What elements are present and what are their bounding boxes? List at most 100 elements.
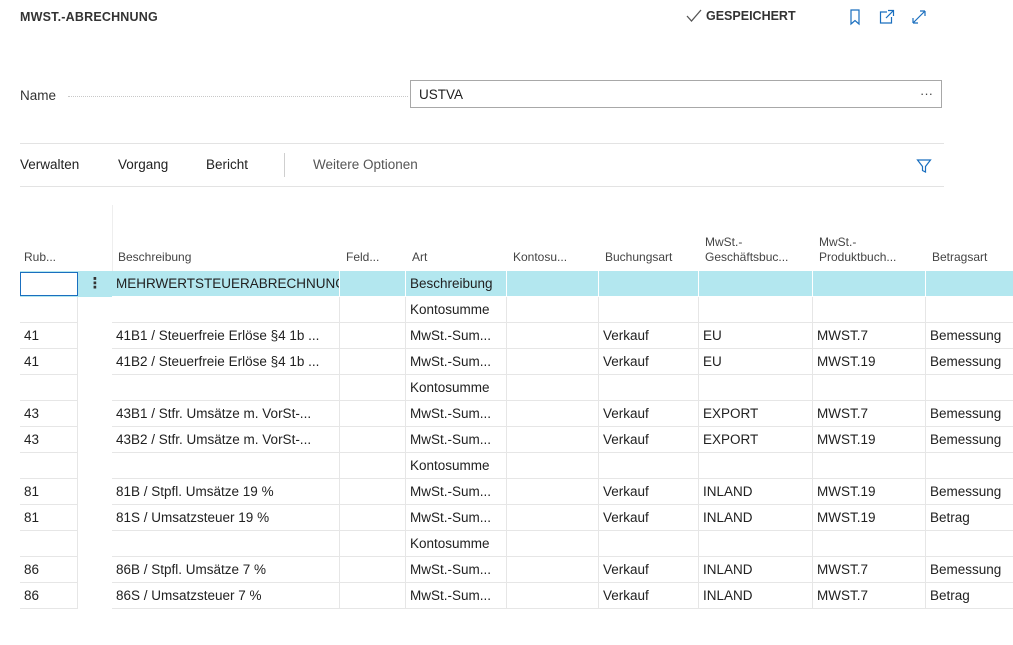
- cell-feld[interactable]: [340, 479, 406, 505]
- cell-rub[interactable]: [20, 272, 78, 296]
- cell-feld[interactable]: [340, 349, 406, 375]
- cell-produkt[interactable]: [813, 531, 926, 557]
- cell-rub[interactable]: [20, 453, 78, 479]
- cell-rub[interactable]: 41: [20, 323, 78, 349]
- cell-feld[interactable]: [340, 401, 406, 427]
- cell-feld[interactable]: [340, 505, 406, 531]
- cell-kontosu[interactable]: [507, 349, 599, 375]
- cell-feld[interactable]: [340, 297, 406, 323]
- cell-geschaeft[interactable]: [699, 271, 813, 297]
- cell-kontosu[interactable]: [507, 297, 599, 323]
- cell-feld[interactable]: [340, 583, 406, 609]
- cell-kontosu[interactable]: [507, 531, 599, 557]
- cell-rub[interactable]: [20, 531, 78, 557]
- table-row[interactable]: 43 43B2 / Stfr. Umsätze m. VorSt-... MwSt.…: [20, 427, 1013, 453]
- cell-buchungsart[interactable]: [599, 297, 699, 323]
- cell-geschaeft[interactable]: INLAND: [699, 583, 813, 609]
- cell-beschreibung[interactable]: 81B / Stpfl. Umsätze 19 %: [112, 479, 340, 505]
- table-row[interactable]: 41 41B1 / Steuerfreie Erlöse §4 1b ... MwS…: [20, 323, 1013, 349]
- expand-icon[interactable]: [910, 8, 928, 26]
- column-header-betragsart[interactable]: Betragsart: [926, 205, 1013, 271]
- cell-kontosu[interactable]: [507, 323, 599, 349]
- cell-art[interactable]: MwSt.-Sum...: [406, 349, 507, 375]
- cell-geschaeft[interactable]: EU: [699, 323, 813, 349]
- column-header-rub[interactable]: Rub...: [20, 205, 78, 271]
- cell-art[interactable]: MwSt.-Sum...: [406, 323, 507, 349]
- cell-kontosu[interactable]: [507, 479, 599, 505]
- filter-icon[interactable]: [916, 158, 932, 174]
- cell-rub[interactable]: 86: [20, 557, 78, 583]
- cell-art[interactable]: MwSt.-Sum...: [406, 557, 507, 583]
- cell-art[interactable]: MwSt.-Sum...: [406, 427, 507, 453]
- column-header-buchungsart[interactable]: Buchungsart: [599, 205, 699, 271]
- cell-art[interactable]: Kontosumme: [406, 297, 507, 323]
- cell-produkt[interactable]: MWST.19: [813, 427, 926, 453]
- lookup-ellipsis-button[interactable]: ···: [920, 86, 933, 101]
- cell-buchungsart[interactable]: Verkauf: [599, 505, 699, 531]
- cell-kontosu[interactable]: [507, 271, 599, 297]
- cell-beschreibung[interactable]: 41B1 / Steuerfreie Erlöse §4 1b ...: [112, 323, 340, 349]
- cell-produkt[interactable]: MWST.7: [813, 323, 926, 349]
- cell-buchungsart[interactable]: Verkauf: [599, 479, 699, 505]
- cell-buchungsart[interactable]: [599, 375, 699, 401]
- cell-produkt[interactable]: [813, 297, 926, 323]
- cell-rub[interactable]: 43: [20, 427, 78, 453]
- cell-betragsart[interactable]: Betrag: [926, 583, 1013, 609]
- cell-kontosu[interactable]: [507, 583, 599, 609]
- cell-produkt[interactable]: MWST.7: [813, 557, 926, 583]
- cell-beschreibung[interactable]: [112, 297, 340, 323]
- cell-betragsart[interactable]: Bemessung: [926, 427, 1013, 453]
- row-actions-menu-icon[interactable]: ⋮: [82, 271, 108, 297]
- column-header-produkt[interactable]: MwSt.- Produktbuch...: [813, 205, 926, 271]
- cell-beschreibung[interactable]: MEHRWERTSTEUERABRECHNUNG: [112, 271, 340, 297]
- cell-geschaeft[interactable]: INLAND: [699, 479, 813, 505]
- cell-betragsart[interactable]: [926, 375, 1013, 401]
- cell-produkt[interactable]: [813, 375, 926, 401]
- cell-art[interactable]: MwSt.-Sum...: [406, 479, 507, 505]
- cell-betragsart[interactable]: Bemessung: [926, 401, 1013, 427]
- cell-kontosu[interactable]: [507, 557, 599, 583]
- cell-produkt[interactable]: MWST.7: [813, 583, 926, 609]
- cell-art[interactable]: Kontosumme: [406, 453, 507, 479]
- cell-kontosu[interactable]: [507, 453, 599, 479]
- cell-beschreibung[interactable]: 43B1 / Stfr. Umsätze m. VorSt-...: [112, 401, 340, 427]
- table-row[interactable]: 41 41B2 / Steuerfreie Erlöse §4 1b ... MwS…: [20, 349, 1013, 375]
- cell-feld[interactable]: [340, 531, 406, 557]
- cell-rub[interactable]: 43: [20, 401, 78, 427]
- table-row[interactable]: 81 81S / Umsatzsteuer 19 % MwSt.-Sum... Ver…: [20, 505, 1013, 531]
- cell-betragsart[interactable]: [926, 453, 1013, 479]
- column-header-kontosu[interactable]: Kontosu...: [507, 205, 599, 271]
- action-bericht[interactable]: Bericht: [206, 157, 248, 172]
- cell-beschreibung[interactable]: [112, 375, 340, 401]
- cell-buchungsart[interactable]: Verkauf: [599, 427, 699, 453]
- cell-betragsart[interactable]: [926, 271, 1013, 297]
- cell-rub[interactable]: [20, 375, 78, 401]
- cell-betragsart[interactable]: Bemessung: [926, 557, 1013, 583]
- cell-beschreibung[interactable]: 81S / Umsatzsteuer 19 %: [112, 505, 340, 531]
- cell-buchungsart[interactable]: Verkauf: [599, 401, 699, 427]
- cell-feld[interactable]: [340, 271, 406, 297]
- cell-betragsart[interactable]: [926, 297, 1013, 323]
- table-row[interactable]: Kontosumme: [20, 375, 1013, 401]
- cell-geschaeft[interactable]: [699, 453, 813, 479]
- cell-feld[interactable]: [340, 323, 406, 349]
- cell-betragsart[interactable]: [926, 531, 1013, 557]
- cell-buchungsart[interactable]: Verkauf: [599, 557, 699, 583]
- table-row[interactable]: 81 81B / Stpfl. Umsätze 19 % MwSt.-Sum... V…: [20, 479, 1013, 505]
- cell-art[interactable]: Kontosumme: [406, 531, 507, 557]
- cell-art[interactable]: MwSt.-Sum...: [406, 505, 507, 531]
- column-header-geschaeft[interactable]: MwSt.- Geschäftsbuc...: [699, 205, 813, 271]
- cell-betragsart[interactable]: Bemessung: [926, 349, 1013, 375]
- cell-produkt[interactable]: [813, 453, 926, 479]
- cell-geschaeft[interactable]: INLAND: [699, 557, 813, 583]
- cell-rub[interactable]: 41: [20, 349, 78, 375]
- cell-geschaeft[interactable]: [699, 297, 813, 323]
- cell-feld[interactable]: [340, 453, 406, 479]
- cell-rub[interactable]: 81: [20, 479, 78, 505]
- cell-kontosu[interactable]: [507, 401, 599, 427]
- cell-produkt[interactable]: MWST.19: [813, 505, 926, 531]
- cell-art[interactable]: Beschreibung: [406, 271, 507, 297]
- cell-buchungsart[interactable]: Verkauf: [599, 323, 699, 349]
- cell-geschaeft[interactable]: INLAND: [699, 505, 813, 531]
- cell-feld[interactable]: [340, 375, 406, 401]
